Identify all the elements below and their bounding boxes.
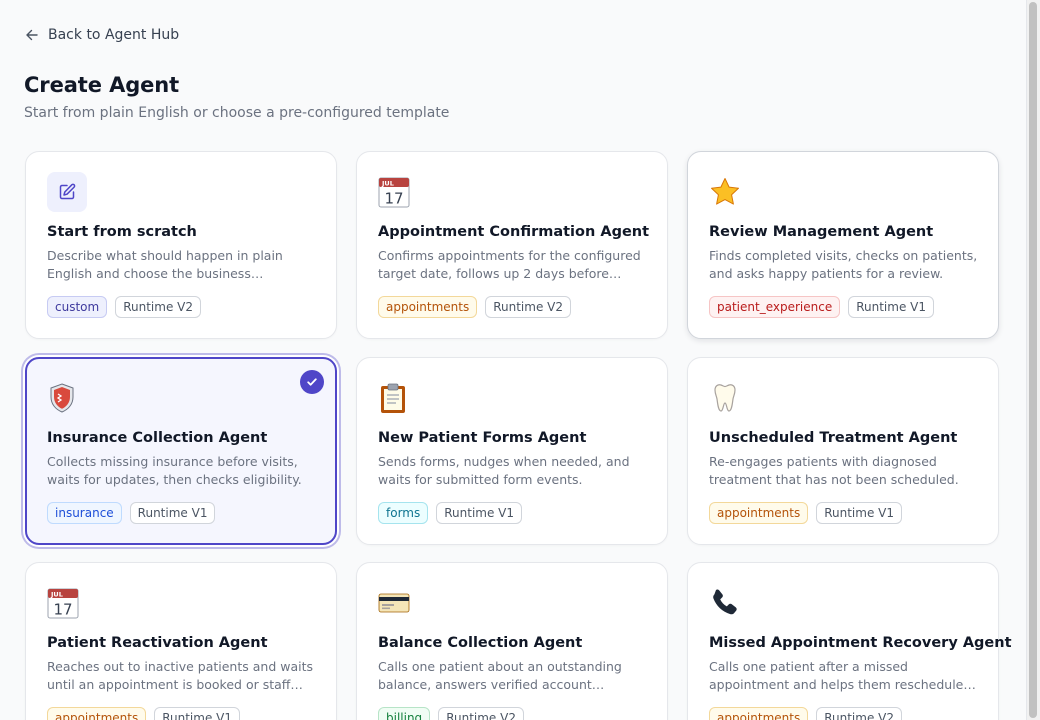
card-tags: appointments Runtime V1 xyxy=(47,707,316,720)
svg-text:17: 17 xyxy=(384,190,403,208)
telephone-icon xyxy=(709,583,749,623)
card-description: Finds completed visits, checks on patien… xyxy=(709,248,978,281)
category-tag: insurance xyxy=(47,502,122,524)
card-description: Collects missing insurance before visits… xyxy=(47,454,302,487)
card-description: Describe what should happen in plain Eng… xyxy=(47,248,283,281)
card-description: Reaches out to inactive patients and wai… xyxy=(47,659,314,692)
category-tag: patient_experience xyxy=(709,296,841,318)
runtime-tag: Runtime V1 xyxy=(848,296,934,318)
runtime-tag: Runtime V1 xyxy=(129,502,216,524)
template-card-missed-appointment-recovery[interactable]: Missed Appointment Recovery Agent Calls … xyxy=(687,562,1012,720)
category-tag: appointments xyxy=(709,502,809,524)
scrollbar-thumb[interactable] xyxy=(1029,2,1037,718)
card-description: Re-engages patients with diagnosed treat… xyxy=(709,454,959,487)
template-card-unscheduled-treatment[interactable]: Unscheduled Treatment Agent Re-engages p… xyxy=(687,357,999,545)
category-tag: custom xyxy=(47,296,108,318)
card-tags: appointments Runtime V2 xyxy=(709,707,978,720)
runtime-tag: Runtime V1 xyxy=(154,707,240,720)
category-tag: appointments xyxy=(47,707,147,720)
card-title: Start from scratch xyxy=(47,224,197,240)
runtime-tag: Runtime V2 xyxy=(485,296,571,318)
card-tags: insurance Runtime V1 xyxy=(47,502,316,524)
star-icon xyxy=(709,172,749,212)
svg-text:JUL: JUL xyxy=(381,180,394,188)
category-tag: billing xyxy=(378,707,431,720)
card-title: New Patient Forms Agent xyxy=(378,430,587,446)
svg-text:JUL: JUL xyxy=(50,591,63,599)
card-tags: billing Runtime V2 xyxy=(378,707,647,720)
card-tags: appointments Runtime V1 xyxy=(709,502,978,524)
card-tags: appointments Runtime V2 xyxy=(378,296,647,318)
runtime-tag: Runtime V2 xyxy=(115,296,201,318)
card-description: Calls one patient about an outstanding b… xyxy=(378,659,622,692)
back-to-agent-hub-link[interactable]: Back to Agent Hub xyxy=(24,24,179,46)
vertical-scrollbar[interactable] xyxy=(1026,0,1040,720)
tooth-icon xyxy=(709,378,749,418)
card-title: Patient Reactivation Agent xyxy=(47,635,268,651)
runtime-tag: Runtime V1 xyxy=(816,502,902,524)
clipboard-icon xyxy=(378,378,418,418)
card-title: Unscheduled Treatment Agent xyxy=(709,430,958,446)
template-card-start-from-scratch[interactable]: Start from scratch Describe what should … xyxy=(25,151,337,339)
calendar-icon: JUL 17 xyxy=(47,583,87,623)
template-card-review-management[interactable]: Review Management Agent Finds completed … xyxy=(687,151,999,339)
card-title: Insurance Collection Agent xyxy=(47,430,268,446)
runtime-tag: Runtime V1 xyxy=(436,502,523,524)
card-tags: forms Runtime V1 xyxy=(378,502,647,524)
card-description: Confirms appointments for the configured… xyxy=(378,248,641,281)
card-title: Appointment Confirmation Agent xyxy=(378,224,650,240)
card-description: Sends forms, nudges when needed, and wai… xyxy=(378,454,630,487)
credit-card-icon xyxy=(378,583,418,623)
card-title: Review Management Agent xyxy=(709,224,934,240)
template-card-new-patient-forms[interactable]: New Patient Forms Agent Sends forms, nud… xyxy=(356,357,668,545)
svg-text:17: 17 xyxy=(53,601,72,619)
runtime-tag: Runtime V2 xyxy=(816,707,902,720)
back-link-label: Back to Agent Hub xyxy=(48,27,180,43)
card-description: Calls one patient after a missed appoint… xyxy=(709,659,964,692)
card-title: Balance Collection Agent xyxy=(378,635,583,651)
page-title: Create Agent xyxy=(24,73,180,97)
arrow-left-icon xyxy=(26,29,38,41)
category-tag: forms xyxy=(378,502,429,524)
page-subtitle: Start from plain English or choose a pre… xyxy=(24,105,450,121)
shield-icon xyxy=(47,378,87,418)
template-card-balance-collection[interactable]: Balance Collection Agent Calls one patie… xyxy=(356,562,668,720)
template-card-appointment-confirmation[interactable]: JUL 17 Appointment Confirmation Agent Co… xyxy=(356,151,668,339)
template-card-patient-reactivation[interactable]: JUL 17 Patient Reactivation Agent Reache… xyxy=(25,562,337,720)
card-title: Missed Appointment Recovery Agent xyxy=(709,635,1012,651)
runtime-tag: Runtime V2 xyxy=(438,707,524,720)
pencil-edit-icon xyxy=(47,172,87,212)
selected-check-icon xyxy=(300,370,324,394)
card-tags: patient_experience Runtime V1 xyxy=(709,296,978,318)
calendar-icon: JUL 17 xyxy=(378,172,418,212)
category-tag: appointments xyxy=(709,707,809,720)
card-tags: custom Runtime V2 xyxy=(47,296,316,318)
template-card-insurance-collection[interactable]: Insurance Collection Agent Collects miss… xyxy=(25,357,337,545)
create-agent-page: Back to Agent Hub Create Agent Start fro… xyxy=(0,0,1026,720)
category-tag: appointments xyxy=(378,296,478,318)
